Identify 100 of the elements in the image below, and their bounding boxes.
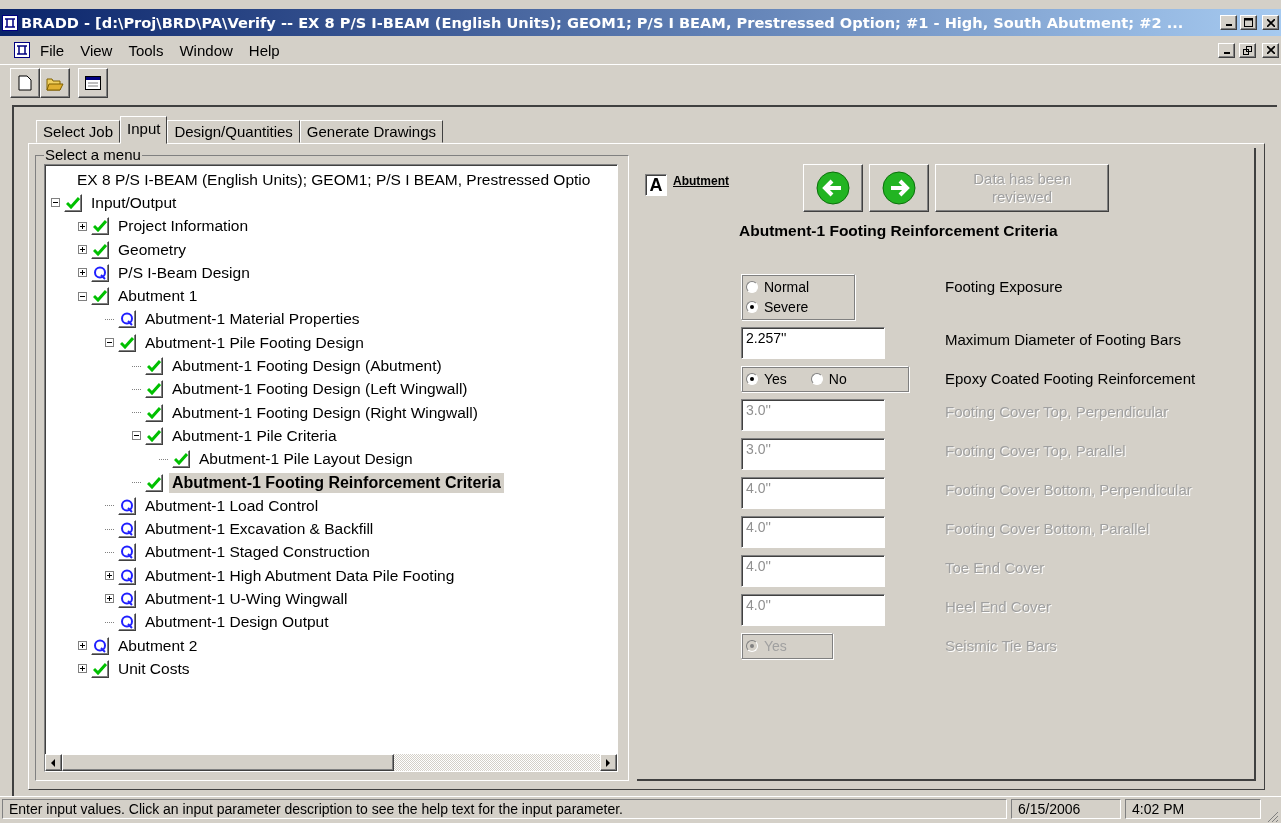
radio-option[interactable]: Severe xyxy=(746,299,850,315)
new-document-button[interactable] xyxy=(10,68,40,98)
menu-item[interactable]: View xyxy=(74,41,119,59)
back-button[interactable] xyxy=(803,164,863,212)
menu-item[interactable]: File xyxy=(34,41,71,59)
expand-toggle[interactable] xyxy=(78,664,87,674)
scroll-right-button[interactable] xyxy=(600,754,617,771)
radio-label: Yes xyxy=(764,371,787,387)
expand-toggle[interactable] xyxy=(78,221,87,231)
tree-item[interactable]: Abutment-1 Footing Design (Abutment) xyxy=(169,356,445,376)
plus-icon xyxy=(106,595,113,603)
expand-toggle[interactable] xyxy=(105,594,114,604)
close-button[interactable] xyxy=(1262,42,1279,58)
tree-item[interactable]: Abutment-1 Footing Reinforcement Criteria xyxy=(169,472,504,493)
left-arrow-icon xyxy=(51,758,56,767)
resize-grip-icon[interactable] xyxy=(1265,809,1279,823)
radio-button[interactable] xyxy=(746,281,758,293)
document-icon xyxy=(18,75,32,91)
tree-item[interactable]: Abutment-1 High Abutment Data Pile Footing xyxy=(142,565,458,586)
expand-toggle[interactable] xyxy=(105,571,114,581)
window-icon xyxy=(85,76,101,90)
plus-icon xyxy=(79,665,86,673)
radio-option[interactable]: No xyxy=(810,371,847,387)
close-button[interactable] xyxy=(1262,15,1279,30)
tree-item[interactable]: Abutment-1 Design Output xyxy=(142,612,332,633)
radio-option[interactable]: Normal xyxy=(746,279,850,295)
horizontal-scrollbar[interactable] xyxy=(45,754,617,771)
tree-item[interactable]: Abutment 2 xyxy=(115,635,201,656)
tab[interactable]: Design/Quantities xyxy=(167,120,300,143)
minimize-icon xyxy=(1225,24,1232,26)
tree-item[interactable]: Abutment-1 Footing Design (Right Wingwall) xyxy=(169,402,481,423)
status-message: Enter input values. Click an input parameter description to see the help text for the input parameter. xyxy=(2,799,1007,819)
radio-button[interactable] xyxy=(810,373,823,385)
right-arrow-icon xyxy=(606,758,611,767)
scroll-left-button[interactable] xyxy=(45,754,62,771)
menu-item[interactable]: Window xyxy=(173,41,239,59)
parameter-label[interactable]: Maximum Diameter of Footing Bars xyxy=(945,327,1254,348)
minimize-icon xyxy=(1223,51,1230,54)
tree-root-label: EX 8 P/S I-BEAM (English Units); GEOM1; P/S I BEAM, Prestressed Optio xyxy=(76,170,591,189)
plus-icon xyxy=(79,246,86,254)
tab[interactable]: Select Job xyxy=(36,120,121,143)
tree-item[interactable]: Abutment-1 Excavation & Backfill xyxy=(142,519,377,540)
expand-toggle[interactable] xyxy=(78,245,87,255)
radio-option[interactable]: Yes xyxy=(746,371,787,387)
tree-item[interactable]: Abutment-1 Pile Criteria xyxy=(169,425,340,446)
tree-item[interactable]: Geometry xyxy=(115,239,190,260)
maximize-icon xyxy=(1244,18,1253,27)
tree-item[interactable]: Abutment-1 Material Properties xyxy=(142,309,363,330)
open-folder-button[interactable] xyxy=(40,68,70,98)
tree-item[interactable]: Abutment-1 Load Control xyxy=(142,495,322,516)
collapse-toggle[interactable] xyxy=(105,338,114,348)
tab[interactable]: Input xyxy=(120,116,168,144)
menu-item[interactable]: Help xyxy=(242,41,286,59)
status-date: 6/15/2006 xyxy=(1011,799,1121,819)
close-icon xyxy=(1266,46,1275,54)
status-time: 4:02 PM xyxy=(1125,799,1261,819)
plus-icon xyxy=(79,269,86,277)
tree-item[interactable]: Abutment-1 Footing Design (Left Wingwall) xyxy=(169,379,471,400)
expand-toggle[interactable] xyxy=(78,268,87,278)
radio-button[interactable] xyxy=(746,301,758,313)
collapse-toggle[interactable] xyxy=(51,198,60,208)
app-icon xyxy=(2,14,18,31)
radio-button[interactable] xyxy=(746,373,758,385)
collapse-toggle[interactable] xyxy=(78,291,87,301)
letter-badge: A xyxy=(645,174,667,196)
window-icon-button[interactable] xyxy=(78,68,108,98)
tree-item[interactable]: Input/Output xyxy=(88,192,180,213)
tree-item[interactable]: Abutment-1 U-Wing Wingwall xyxy=(142,589,351,609)
tree-item[interactable]: Unit Costs xyxy=(115,658,193,679)
tree-item[interactable]: Abutment-1 Staged Construction xyxy=(142,542,373,563)
tree-item[interactable]: Project Information xyxy=(115,216,252,237)
plus-icon xyxy=(106,572,113,580)
minimize-button[interactable] xyxy=(1220,15,1237,30)
radio-label: Severe xyxy=(764,299,809,315)
tree-item[interactable]: Abutment 1 xyxy=(115,286,201,307)
folder-icon xyxy=(46,75,64,91)
restore-button[interactable] xyxy=(1239,42,1256,58)
radio-label: Normal xyxy=(764,279,810,295)
close-icon xyxy=(1266,18,1275,27)
forward-button[interactable] xyxy=(869,164,929,212)
app-icon[interactable] xyxy=(14,42,30,58)
group-title: Select a menu xyxy=(44,148,142,162)
radio-label: No xyxy=(828,371,847,387)
window-title: BRADD - [d:\Proj\BRD\PA\Verify -- EX 8 P/S I-BEAM (English Units); GEOM1; P/S I BEAM, Prestressed Option; #1 - High, South Abutment; #2 ... xyxy=(21,14,1185,31)
maximize-button[interactable] xyxy=(1240,15,1257,30)
menu-item[interactable]: Tools xyxy=(122,41,170,59)
scroll-thumb[interactable] xyxy=(62,754,394,771)
tree-item[interactable]: Abutment-1 Pile Layout Design xyxy=(196,449,416,470)
parameter-label[interactable]: Footing Exposure xyxy=(945,274,1254,295)
minimize-button[interactable] xyxy=(1218,42,1235,58)
tree-item[interactable]: Abutment-1 Pile Footing Design xyxy=(142,332,367,353)
parameter-label[interactable]: Epoxy Coated Footing Reinforcement xyxy=(945,366,1254,387)
restore-icon xyxy=(1243,45,1252,55)
input-field[interactable]: 2.257'' xyxy=(741,327,885,359)
expand-toggle[interactable] xyxy=(78,641,87,651)
collapse-toggle[interactable] xyxy=(132,431,141,441)
tab[interactable]: Generate Drawings xyxy=(299,120,444,143)
tree-item[interactable]: P/S I-Beam Design xyxy=(115,262,253,283)
plus-icon xyxy=(79,642,86,650)
abutment-link[interactable]: Abutment xyxy=(673,174,797,188)
